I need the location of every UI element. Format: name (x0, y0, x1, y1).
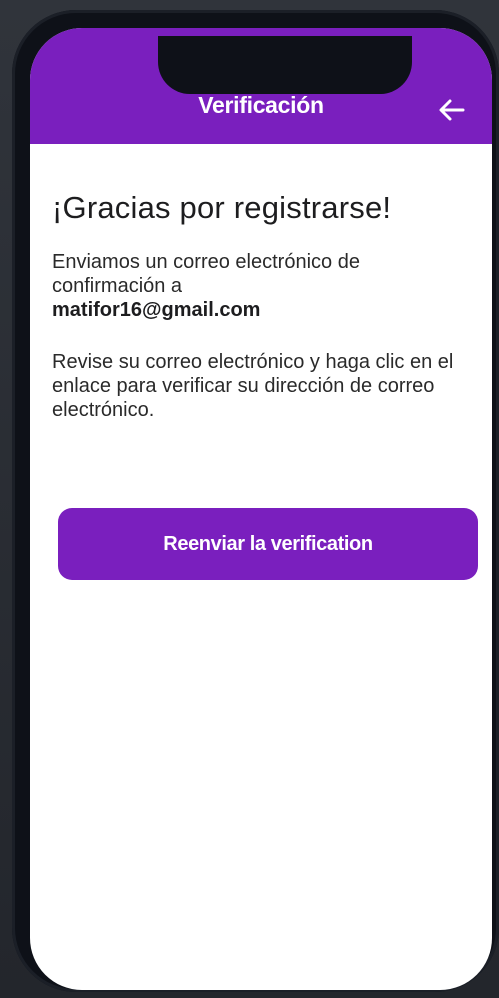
email-address: matifor16@gmail.com (52, 299, 261, 321)
page-title: ¡Gracias por registrarse! (52, 190, 392, 225)
phone-notch (158, 36, 412, 94)
confirmation-message: Enviamos un correo electrónico de confir… (52, 250, 477, 322)
instructions-text: Revise su correo electrónico y haga clic… (52, 351, 454, 421)
resend-verification-button[interactable]: Reenviar la verification (58, 508, 478, 580)
back-button[interactable] (432, 90, 472, 130)
verification-content: ¡Gracias por registrarse! Enviamos un co… (52, 188, 477, 422)
phone-screen: Verificación ¡Gracias por registrarse! E… (30, 28, 492, 990)
arrow-left-icon (439, 99, 465, 121)
confirmation-text: Enviamos un correo electrónico de confir… (52, 251, 360, 297)
phone-frame: Verificación ¡Gracias por registrarse! E… (12, 10, 499, 992)
header-title: Verificación (198, 92, 324, 118)
